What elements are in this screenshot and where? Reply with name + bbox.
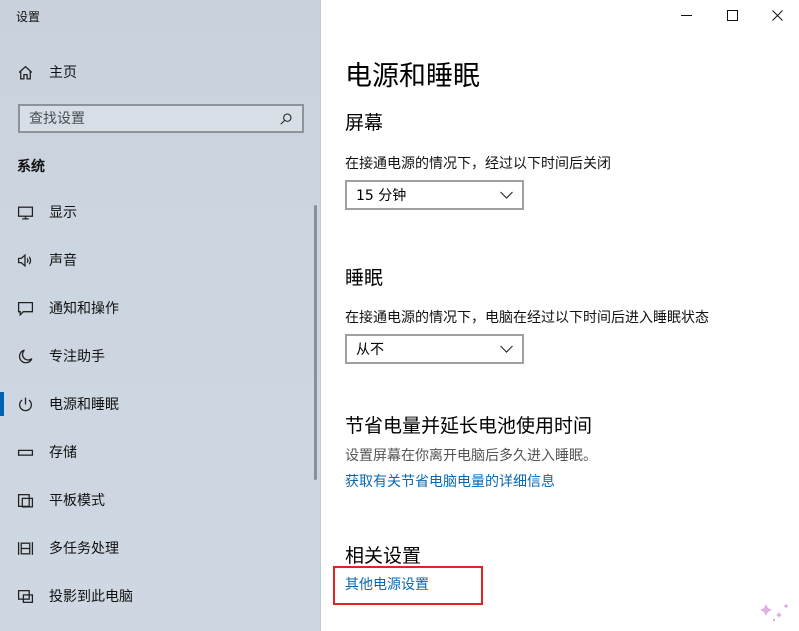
notification-icon [17, 300, 34, 317]
sleep-heading: 睡眠 [345, 267, 384, 289]
screen-heading: 屏幕 [345, 112, 384, 134]
screen-description: 在接通电源的情况下，经过以下时间后关闭 [345, 156, 611, 172]
sidebar-item-label: 通知和操作 [49, 301, 119, 317]
project-icon [17, 588, 34, 605]
highlight-box [333, 566, 483, 605]
sidebar-item-display[interactable]: 显示 [0, 188, 320, 236]
sidebar-item-label: 存储 [49, 445, 77, 461]
battery-info-link[interactable]: 获取有关节省电脑电量的详细信息 [345, 471, 555, 491]
sidebar-item-label: 投影到此电脑 [49, 589, 133, 605]
sidebar-item-label: 平板模式 [49, 493, 105, 509]
minimize-button[interactable] [663, 0, 709, 30]
battery-heading: 节省电量并延长电池使用时间 [345, 415, 593, 437]
storage-icon [17, 444, 34, 461]
maximize-icon [726, 9, 738, 21]
sleep-timeout-dropdown[interactable]: 从不 [345, 334, 524, 364]
maximize-button[interactable] [709, 0, 755, 30]
search-icon[interactable] [277, 110, 294, 127]
monitor-icon [17, 204, 34, 221]
sidebar-item-multitasking[interactable]: 多任务处理 [0, 524, 320, 572]
sidebar-item-label: 专注助手 [49, 349, 105, 365]
close-icon [771, 9, 783, 21]
close-button[interactable] [754, 0, 799, 30]
section-title-system: 系统 [17, 159, 45, 175]
sidebar-item-label: 电源和睡眠 [49, 397, 119, 413]
sidebar-home-label: 主页 [49, 65, 77, 81]
sidebar-item-label: 显示 [49, 205, 77, 221]
sidebar-item-label: 声音 [49, 253, 77, 269]
home-icon [17, 64, 34, 81]
sidebar-item-tablet-mode[interactable]: 平板模式 [0, 476, 320, 524]
screen-timeout-dropdown[interactable]: 15 分钟 [345, 180, 524, 210]
search-input[interactable] [29, 110, 269, 127]
sidebar-item-project[interactable]: 投影到此电脑 [0, 572, 320, 620]
sidebar-item-storage[interactable]: 存储 [0, 428, 320, 476]
minimize-icon [680, 14, 692, 16]
sidebar-home[interactable]: 主页 [17, 60, 77, 84]
sidebar-nav: 显示 声音 通知和操作 专注助手 电源和睡眠 存储 平板模式 多任务处理 投影到… [0, 188, 320, 620]
screen-timeout-value: 15 分钟 [356, 188, 407, 204]
tablet-icon [17, 492, 34, 509]
sidebar-item-notifications[interactable]: 通知和操作 [0, 284, 320, 332]
moon-icon [17, 348, 34, 365]
related-settings-heading: 相关设置 [345, 545, 422, 567]
search-box[interactable] [18, 104, 304, 133]
sidebar-item-label: 多任务处理 [49, 541, 119, 557]
multitask-icon [17, 540, 34, 557]
sleep-description: 在接通电源的情况下，电脑在经过以下时间后进入睡眠状态 [345, 310, 709, 326]
speaker-icon [17, 252, 34, 269]
sidebar-item-power-sleep[interactable]: 电源和睡眠 [0, 380, 320, 428]
chevron-down-icon [500, 191, 513, 199]
sleep-timeout-value: 从不 [356, 342, 384, 358]
sparkle-decoration-icon [760, 604, 788, 622]
sidebar: 设置 主页 系统 显示 声音 通知和操作 [0, 0, 321, 631]
sidebar-scrollbar[interactable] [314, 205, 317, 480]
battery-description: 设置屏幕在你离开电脑后多久进入睡眠。 [345, 448, 597, 464]
sidebar-item-sound[interactable]: 声音 [0, 236, 320, 284]
power-icon [17, 396, 34, 413]
page-title: 电源和睡眠 [345, 61, 480, 92]
app-title: 设置 [16, 10, 41, 24]
sidebar-item-focus-assist[interactable]: 专注助手 [0, 332, 320, 380]
chevron-down-icon [500, 345, 513, 353]
